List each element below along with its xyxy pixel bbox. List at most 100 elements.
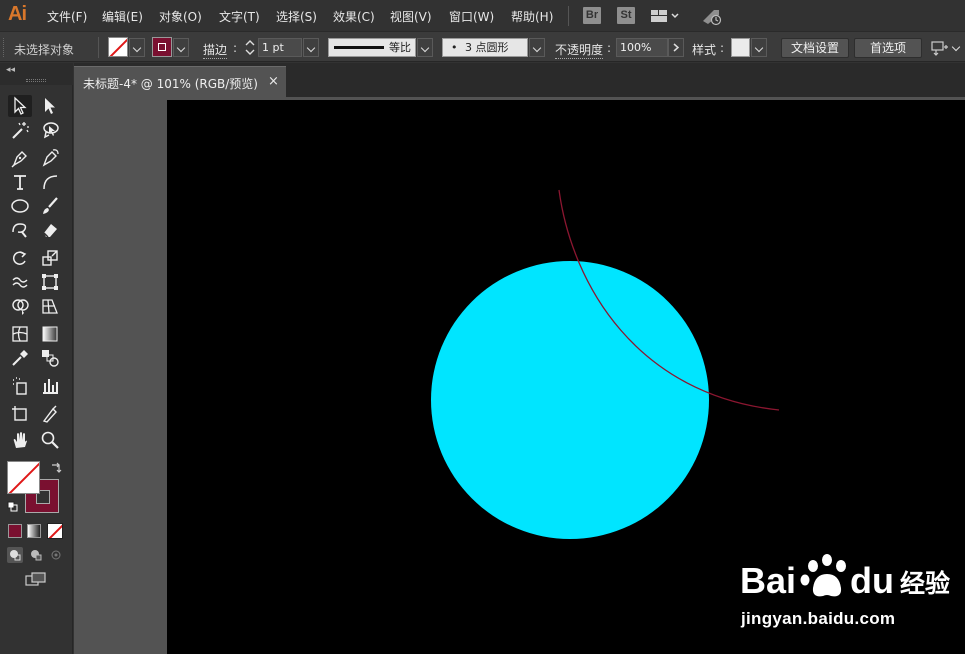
- default-fill-stroke-icon[interactable]: [7, 501, 19, 513]
- app-logo: Ai: [8, 3, 27, 25]
- control-bar: 未选择对象 描边 : 1 pt 等比 • 3 点圆形 不透明度 : 100% 样…: [0, 31, 965, 62]
- bridge-button[interactable]: Br: [583, 7, 601, 24]
- stroke-weight-dropdown[interactable]: [303, 38, 319, 57]
- menu-view[interactable]: 视图(V): [390, 8, 432, 25]
- stroke-profile-label: 等比: [389, 41, 411, 54]
- control-divider: [98, 37, 99, 58]
- svg-text:经验: 经验: [900, 569, 950, 598]
- selection-tool-icon[interactable]: [8, 95, 32, 117]
- brush-field[interactable]: • 3 点圆形: [442, 38, 528, 57]
- fill-dropdown[interactable]: [129, 38, 145, 57]
- stroke-dropdown[interactable]: [173, 38, 189, 57]
- cyan-circle[interactable]: [431, 261, 709, 539]
- lasso-tool-icon[interactable]: [38, 119, 62, 141]
- swap-fill-stroke-icon[interactable]: [49, 461, 63, 475]
- menu-type[interactable]: 文字(T): [219, 8, 260, 25]
- symbol-sprayer-tool-icon[interactable]: [8, 375, 32, 397]
- fill-color-box[interactable]: [7, 461, 40, 494]
- close-icon[interactable]: ×: [268, 74, 279, 89]
- rotate-tool-icon[interactable]: [8, 247, 32, 269]
- style-swatch[interactable]: [731, 38, 750, 57]
- svg-text:Bai: Bai: [740, 560, 796, 601]
- baidu-logo-icon: Bai du 经验: [740, 554, 950, 601]
- collapse-icon[interactable]: ◂◂: [6, 65, 15, 75]
- stroke-weight-field[interactable]: 1 pt: [258, 38, 302, 57]
- paw-icon: [800, 554, 846, 597]
- warp-tool-icon[interactable]: [8, 271, 32, 293]
- shaper-tool-icon[interactable]: [8, 219, 32, 241]
- column-graph-tool-icon[interactable]: [38, 375, 62, 397]
- eyedropper-tool-icon[interactable]: [8, 347, 32, 369]
- paintbrush-tool-icon[interactable]: [38, 195, 62, 217]
- menu-effect[interactable]: 效果(C): [333, 8, 375, 25]
- brush-dropdown[interactable]: [529, 38, 545, 57]
- document-tab-title: 未标题-4* @ 101% (RGB/预览): [83, 77, 258, 91]
- curvature-tool-icon[interactable]: [38, 147, 62, 169]
- gradient-tool-icon[interactable]: [38, 323, 62, 345]
- label-colon: :: [233, 41, 238, 55]
- stroke-weight-stepper[interactable]: [244, 38, 256, 57]
- eraser-tool-icon[interactable]: [38, 219, 62, 241]
- gradient-mode-button[interactable]: [27, 524, 41, 538]
- hand-tool-icon[interactable]: [8, 429, 32, 451]
- menu-window[interactable]: 窗口(W): [449, 8, 494, 25]
- brush-label: 3 点圆形: [465, 41, 509, 54]
- menu-edit[interactable]: 编辑(E): [102, 8, 143, 25]
- ellipse-tool-icon[interactable]: [8, 195, 32, 217]
- shape-builder-tool-icon[interactable]: [8, 295, 32, 317]
- document-tab-bar: 未标题-4* @ 101% (RGB/预览) ×: [74, 63, 965, 97]
- draw-normal-icon[interactable]: [7, 547, 23, 563]
- style-label: 样式: [692, 43, 717, 57]
- preferences-button[interactable]: 首选项: [854, 38, 922, 58]
- menu-divider: [568, 6, 569, 26]
- selection-status: 未选择对象: [14, 43, 75, 57]
- artboard-tool-icon[interactable]: [8, 403, 32, 425]
- blend-tool-icon[interactable]: [38, 347, 62, 369]
- document-setup-button[interactable]: 文档设置: [781, 38, 849, 58]
- baidu-watermark: Bai du 经验 jingyan.baidu.com: [735, 548, 965, 638]
- direct-selection-tool-icon[interactable]: [38, 95, 62, 117]
- magic-wand-tool-icon[interactable]: [8, 119, 32, 141]
- workspace-layout-icon[interactable]: [650, 8, 680, 24]
- slice-tool-icon[interactable]: [38, 403, 62, 425]
- stroke-swatch[interactable]: [152, 37, 172, 57]
- menu-object[interactable]: 对象(O): [159, 8, 202, 25]
- style-dropdown[interactable]: [751, 38, 767, 57]
- document-tab[interactable]: 未标题-4* @ 101% (RGB/预览) ×: [74, 66, 286, 97]
- color-mode-button[interactable]: [8, 524, 22, 538]
- menu-select[interactable]: 选择(S): [276, 8, 317, 25]
- arrange-documents-icon[interactable]: [930, 38, 950, 58]
- draw-behind-icon[interactable]: [28, 547, 44, 563]
- panel-menu-dropdown[interactable]: [949, 38, 963, 57]
- arc-tool-icon[interactable]: [38, 171, 62, 193]
- screen-mode-icon[interactable]: [24, 571, 48, 587]
- tools-panel: ◂◂: [0, 63, 73, 654]
- stroke-profile-dropdown[interactable]: [417, 38, 433, 57]
- fill-swatch[interactable]: [108, 37, 128, 57]
- opacity-field[interactable]: 100%: [616, 38, 668, 57]
- menu-file[interactable]: 文件(F): [47, 8, 87, 25]
- zoom-tool-icon[interactable]: [38, 429, 62, 451]
- free-transform-tool-icon[interactable]: [38, 271, 62, 293]
- mesh-tool-icon[interactable]: [8, 323, 32, 345]
- watermark-url: jingyan.baidu.com: [741, 609, 896, 628]
- scale-tool-icon[interactable]: [38, 247, 62, 269]
- menu-bar: Ai 文件(F) 编辑(E) 对象(O) 文字(T) 选择(S) 效果(C) 视…: [0, 0, 965, 31]
- stroke-profile-field[interactable]: 等比: [328, 38, 416, 57]
- stroke-label[interactable]: 描边: [203, 41, 228, 59]
- pen-tool-icon[interactable]: [8, 147, 32, 169]
- svg-text:du: du: [850, 560, 894, 601]
- draw-inside-icon[interactable]: [48, 547, 64, 563]
- none-mode-button[interactable]: [47, 523, 63, 539]
- tools-panel-header[interactable]: ◂◂: [0, 63, 73, 85]
- opacity-label[interactable]: 不透明度: [555, 41, 604, 59]
- opacity-arrow-button[interactable]: [668, 38, 684, 57]
- stock-button[interactable]: St: [617, 7, 635, 24]
- perspective-grid-tool-icon[interactable]: [38, 295, 62, 317]
- brush-dot: •: [451, 41, 458, 54]
- label-colon: :: [720, 41, 725, 55]
- menu-help[interactable]: 帮助(H): [511, 8, 553, 25]
- stroke-profile-line: [334, 46, 384, 49]
- gpu-performance-icon[interactable]: [700, 6, 724, 26]
- type-tool-icon[interactable]: [8, 171, 32, 193]
